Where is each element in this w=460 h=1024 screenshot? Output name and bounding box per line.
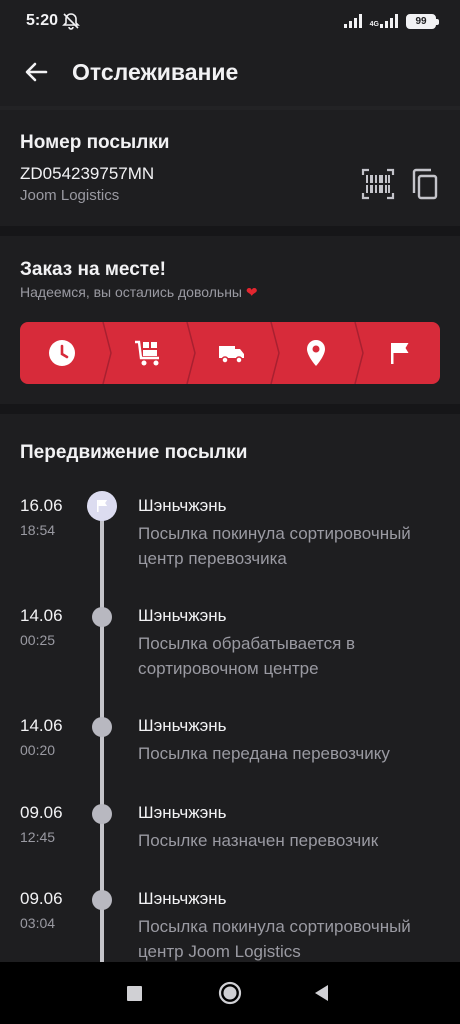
- step-shipped: [190, 322, 274, 384]
- barcode-icon[interactable]: [360, 166, 396, 202]
- event-description: Посылка обрабатывается в сортировочном ц…: [138, 634, 356, 678]
- battery-level: 99: [415, 15, 427, 27]
- order-status-title: Заказ на месте!: [20, 259, 166, 280]
- event-time: 00:20: [20, 742, 56, 758]
- delivery-progress-bar: [20, 322, 440, 384]
- divider: [0, 226, 460, 236]
- event-city: Шэньчжэнь: [138, 803, 227, 822]
- step-delivered: [358, 322, 440, 384]
- alarm-off-icon: [62, 13, 80, 30]
- arrow-left-icon[interactable]: [20, 56, 52, 88]
- divider: [0, 106, 460, 110]
- event-description: Посылке назначен перевозчик: [138, 831, 379, 850]
- movement-title: Передвижение посылки: [20, 442, 248, 463]
- step-packed: [106, 322, 190, 384]
- tracking-number: ZD054239757MN: [20, 164, 155, 183]
- event-date: 14.06: [20, 716, 63, 735]
- signal-icon: [343, 14, 362, 28]
- event-date: 09.06: [20, 803, 63, 822]
- status-bar: 5:20 4G 99: [0, 0, 460, 44]
- order-status-subtitle-text: Надеемся, вы остались довольны: [20, 284, 242, 300]
- status-time: 5:20: [26, 12, 59, 29]
- parcel-number-title: Номер посылки: [20, 132, 170, 153]
- event-date: 16.06: [20, 496, 63, 515]
- timeline-dot-current: [87, 491, 117, 521]
- copy-icon[interactable]: [408, 166, 444, 202]
- event-date: 09.06: [20, 889, 63, 908]
- truck-icon: [219, 346, 244, 364]
- page-title: Отслеживание: [72, 59, 239, 85]
- timeline-dot: [92, 607, 112, 627]
- flag-icon: [391, 343, 409, 364]
- app-header: Отслеживание: [0, 44, 460, 106]
- event-city: Шэньчжэнь: [138, 606, 227, 625]
- event-city: Шэньчжэнь: [138, 889, 227, 908]
- order-status-subtitle: Надеемся, вы остались довольны ❤: [20, 284, 258, 301]
- event-time: 12:45: [20, 829, 56, 845]
- clock-icon: [49, 340, 75, 366]
- step-ordered: [20, 322, 104, 384]
- network-type: 4G: [369, 21, 379, 28]
- event-description: Посылка передана перевозчику: [138, 744, 390, 763]
- step-arrived: [274, 322, 358, 384]
- divider: [0, 404, 460, 414]
- event-time: 00:25: [20, 632, 56, 648]
- event-city: Шэньчжэнь: [138, 496, 227, 515]
- event-city: Шэньчжэнь: [138, 716, 227, 735]
- recents-square-icon[interactable]: [121, 980, 147, 1006]
- status-icons: 4G 99: [343, 13, 439, 29]
- event-date: 14.06: [20, 606, 63, 625]
- flag-icon: [97, 500, 108, 512]
- location-pin-icon: [307, 340, 325, 366]
- home-circle-icon[interactable]: [217, 980, 243, 1006]
- event-description: Посылка покинула сортировочный центр пер…: [138, 524, 411, 568]
- carrier-name: Joom Logistics: [20, 187, 120, 204]
- system-nav-bar: [0, 962, 460, 1024]
- cart-boxes-icon: [135, 340, 159, 366]
- event-time: 03:04: [20, 915, 56, 931]
- event-description: Посылка покинула сортировочный центр Joo…: [138, 917, 411, 961]
- timeline-dot: [92, 804, 112, 824]
- signal-4g-icon: 4G: [370, 14, 398, 28]
- battery-icon: 99: [406, 13, 439, 29]
- heart-icon: ❤: [245, 284, 258, 300]
- event-time: 18:54: [20, 522, 56, 538]
- timeline-dot: [92, 890, 112, 910]
- timeline-dot: [92, 717, 112, 737]
- back-triangle-icon[interactable]: [309, 980, 335, 1006]
